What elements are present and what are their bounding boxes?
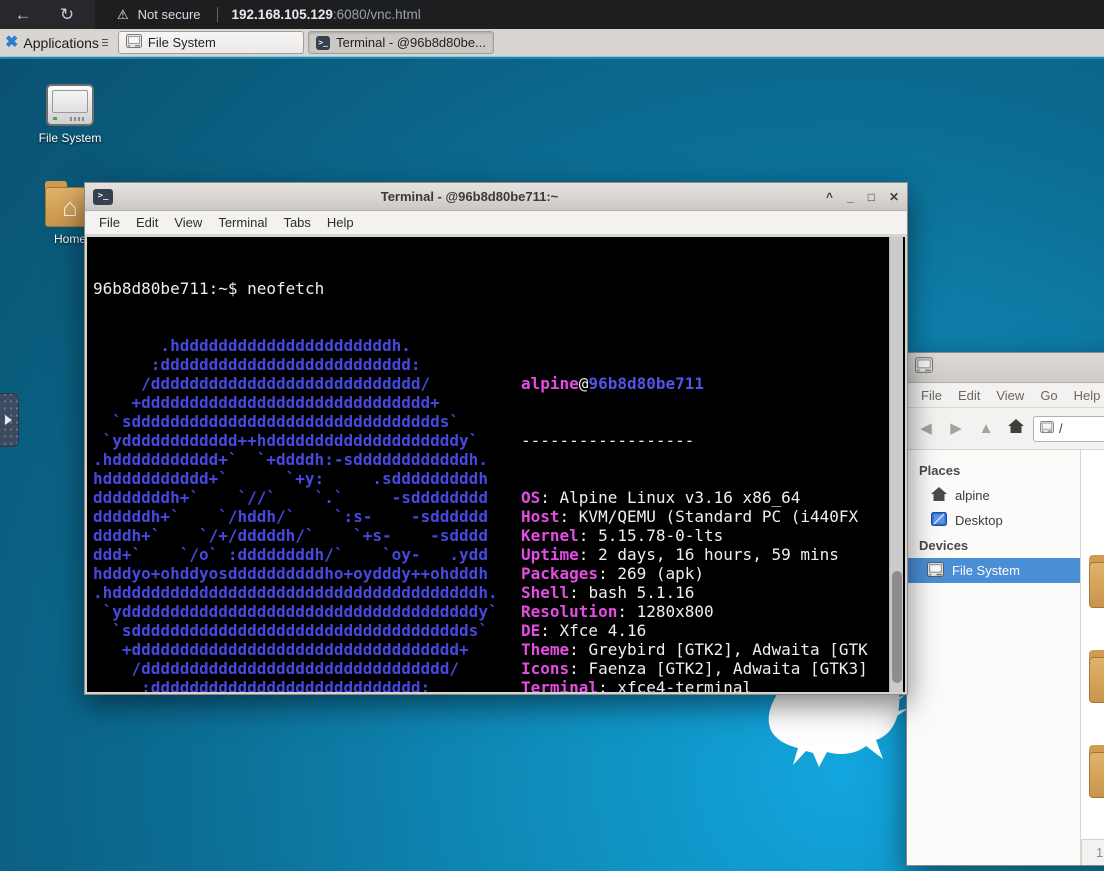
current-path: / — [1059, 421, 1063, 436]
sidebar-item-file-system[interactable]: File System — [907, 558, 1080, 583]
file-manager-titlebar[interactable] — [907, 353, 1104, 383]
neofetch-info-row: Kernel: 5.15.78-0-lts — [521, 526, 887, 545]
novnc-control-bar-handle[interactable] — [0, 393, 19, 447]
neofetch-info-row: Resolution: 1280x800 — [521, 602, 887, 621]
home-icon — [931, 487, 947, 504]
terminal-titlebar[interactable]: >_ Terminal - @96b8d80be711:~ ^ _ □ ✕ — [85, 183, 907, 211]
places-header: Places — [907, 458, 1080, 483]
neofetch-info-row: Uptime: 2 days, 16 hours, 59 mins — [521, 545, 887, 564]
taskbar-window-terminal[interactable]: >_ Terminal - @96b8d80be... — [308, 31, 494, 54]
desktop-gradient-edge — [0, 57, 1104, 59]
shade-button[interactable]: ^ — [826, 191, 833, 203]
shell-command-line: 96b8d80be711:~$ neofetch — [93, 279, 887, 298]
forward-button[interactable]: ▶ — [943, 416, 969, 442]
browser-toolbar: ← ↻ ⚠ Not secure 192.168.105.129:6080/vn… — [0, 0, 1104, 29]
xfce-mouse-logo — [760, 693, 910, 775]
neofetch-info-row: Host: KVM/QEMU (Standard PC (i440FX — [521, 507, 887, 526]
neofetch-info-row: Shell: bash 5.1.16 — [521, 583, 887, 602]
menu-edit[interactable]: Edit — [950, 385, 988, 406]
not-secure-label: Not secure — [138, 7, 201, 22]
neofetch-info-row: Terminal: xfce4-terminal — [521, 678, 887, 692]
file-manager-window: File Edit View Go Help ◀ ▶ ▲ / Places — [906, 352, 1104, 866]
desktop-icon-label: File System — [32, 131, 108, 145]
terminal-screen[interactable]: 96b8d80be711:~$ neofetch .hddddddddddddd… — [87, 237, 905, 692]
neofetch-title: alpine@96b8d80be711 — [521, 374, 887, 393]
menu-file[interactable]: File — [913, 385, 950, 406]
terminal-window: >_ Terminal - @96b8d80be711:~ ^ _ □ ✕ Fi… — [84, 182, 908, 695]
drive-icon — [915, 357, 933, 378]
sidebar-item-label: Desktop — [955, 513, 1003, 528]
desktop-icon-file-system[interactable]: File System — [32, 84, 108, 145]
taskbar-window-label: File System — [148, 35, 216, 50]
file-manager-body: Places alpine Desktop Devices — [907, 450, 1104, 865]
neofetch-fields: OS: Alpine Linux v3.16 x86_64Host: KVM/Q… — [521, 488, 887, 692]
url-host: 192.168.105.129 — [232, 7, 333, 22]
url-separator — [217, 7, 218, 22]
menu-help[interactable]: Help — [1066, 385, 1104, 406]
warning-icon: ⚠ — [117, 7, 129, 23]
applications-label: Applications — [23, 35, 99, 51]
terminal-menubar: File Edit View Terminal Tabs Help — [85, 211, 907, 235]
menu-edit[interactable]: Edit — [128, 212, 166, 233]
menu-go[interactable]: Go — [1032, 385, 1065, 406]
file-manager-menubar: File Edit View Go Help — [907, 383, 1104, 408]
sidebar-item-desktop[interactable]: Desktop — [907, 508, 1080, 533]
neofetch-info-row: Packages: 269 (apk) — [521, 564, 887, 583]
neofetch-separator: ------------------ — [521, 431, 887, 450]
file-manager-toolbar: ◀ ▶ ▲ / — [907, 408, 1104, 450]
folder-icon[interactable] — [1089, 562, 1104, 608]
file-manager-sidebar: Places alpine Desktop Devices — [907, 450, 1081, 865]
xfce-panel: ✖ Applications File System >_ Terminal -… — [0, 29, 1104, 57]
menu-lines-icon — [102, 39, 108, 46]
menu-tabs[interactable]: Tabs — [275, 212, 318, 233]
devices-header: Devices — [907, 533, 1080, 558]
sidebar-item-alpine[interactable]: alpine — [907, 483, 1080, 508]
menu-file[interactable]: File — [91, 212, 128, 233]
applications-menu-button[interactable]: ✖ Applications — [0, 29, 114, 56]
drive-icon — [1040, 421, 1054, 436]
neofetch-info-row: DE: Xfce 4.16 — [521, 621, 887, 640]
sidebar-item-label: alpine — [955, 488, 990, 503]
neofetch-info-row: Theme: Greybird [GTK2], Adwaita [GTK — [521, 640, 887, 659]
neofetch-info-panel: alpine@96b8d80be711 ------------------ O… — [521, 336, 887, 692]
reload-icon[interactable]: ↻ — [52, 5, 82, 25]
file-list-view[interactable] — [1081, 450, 1104, 865]
terminal-icon: >_ — [316, 36, 330, 50]
neofetch-info-row: OS: Alpine Linux v3.16 x86_64 — [521, 488, 887, 507]
drive-icon — [927, 562, 944, 580]
taskbar-window-file-system[interactable]: File System — [118, 31, 304, 54]
terminal-window-title: Terminal - @96b8d80be711:~ — [113, 189, 826, 204]
home-button[interactable] — [1003, 416, 1029, 442]
minimize-button[interactable]: _ — [847, 191, 854, 203]
xfce-logo-icon: ✖ — [5, 35, 18, 51]
drive-icon — [46, 84, 94, 126]
back-icon[interactable]: ← — [8, 5, 38, 25]
expand-arrow-icon — [5, 415, 12, 425]
menu-view[interactable]: View — [166, 212, 210, 233]
file-manager-statusbar: 1 — [1081, 839, 1104, 865]
menu-help[interactable]: Help — [319, 212, 362, 233]
path-bar[interactable]: / — [1033, 416, 1104, 442]
up-button[interactable]: ▲ — [973, 416, 999, 442]
terminal-icon: >_ — [93, 189, 113, 205]
folder-icon[interactable] — [1089, 657, 1104, 703]
drive-icon — [126, 34, 142, 51]
menu-view[interactable]: View — [988, 385, 1032, 406]
neofetch-info-row: Icons: Faenza [GTK2], Adwaita [GTK3] — [521, 659, 887, 678]
scrollbar-thumb[interactable] — [892, 571, 902, 683]
close-button[interactable]: ✕ — [889, 191, 899, 203]
address-bar[interactable]: ⚠ Not secure 192.168.105.129:6080/vnc.ht… — [95, 0, 1104, 29]
sidebar-item-label: File System — [952, 563, 1020, 578]
neofetch-ascii-logo: .hddddddddddddddddddddddh. :dddddddddddd… — [93, 336, 521, 692]
desktop-icon — [931, 512, 947, 529]
folder-icon[interactable] — [1089, 752, 1104, 798]
terminal-scrollbar[interactable] — [889, 237, 903, 692]
screen: ← ↻ ⚠ Not secure 192.168.105.129:6080/vn… — [0, 0, 1104, 871]
taskbar-window-label: Terminal - @96b8d80be... — [336, 35, 486, 50]
url-path: :6080/vnc.html — [333, 7, 421, 22]
maximize-button[interactable]: □ — [868, 191, 875, 203]
menu-terminal[interactable]: Terminal — [210, 212, 275, 233]
back-button[interactable]: ◀ — [913, 416, 939, 442]
